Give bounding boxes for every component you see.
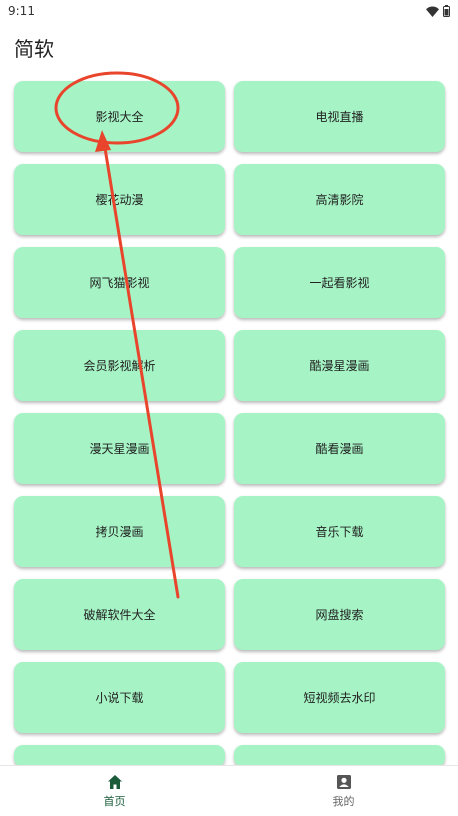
- tile-movies-all[interactable]: 影视大全: [14, 81, 225, 152]
- tile-remove-watermark[interactable]: 短视频去水印: [234, 662, 445, 733]
- nav-home[interactable]: 首页: [0, 766, 229, 816]
- tile-music-download[interactable]: 音乐下载: [234, 496, 445, 567]
- tile-tv-live[interactable]: 电视直播: [234, 81, 445, 152]
- status-time: 9:11: [8, 4, 35, 18]
- tile-partial[interactable]: [14, 745, 225, 767]
- tile-mantianxing-comics[interactable]: 漫天星漫画: [14, 413, 225, 484]
- battery-icon: [443, 5, 450, 17]
- tile-partial[interactable]: [234, 745, 445, 767]
- tile-cracked-software[interactable]: 破解软件大全: [14, 579, 225, 650]
- tile-hd-cinema[interactable]: 高清影院: [234, 164, 445, 235]
- bottom-nav: 首页 我的: [0, 765, 458, 816]
- tile-novel-download[interactable]: 小说下载: [14, 662, 225, 733]
- nav-home-label: 首页: [103, 794, 126, 808]
- nav-mine-label: 我的: [332, 794, 355, 808]
- app-grid: 影视大全 电视直播 樱花动漫 高清影院 网飞猫影视 一起看影视 会员影视解析 酷…: [14, 81, 445, 767]
- home-icon: [107, 774, 123, 790]
- page-title: 简软: [14, 37, 54, 61]
- status-icons: [426, 5, 450, 17]
- tile-sakura-anime[interactable]: 樱花动漫: [14, 164, 225, 235]
- tile-kukan-comics[interactable]: 酷看漫画: [234, 413, 445, 484]
- tile-watch-together[interactable]: 一起看影视: [234, 247, 445, 318]
- account-box-icon: [336, 774, 352, 790]
- tile-kumanxing-comics[interactable]: 酷漫星漫画: [234, 330, 445, 401]
- tile-netfly-cat[interactable]: 网飞猫影视: [14, 247, 225, 318]
- tile-netdisk-search[interactable]: 网盘搜索: [234, 579, 445, 650]
- wifi-icon: [426, 6, 439, 17]
- tile-copy-comics[interactable]: 拷贝漫画: [14, 496, 225, 567]
- tile-vip-parser[interactable]: 会员影视解析: [14, 330, 225, 401]
- nav-mine[interactable]: 我的: [229, 766, 458, 816]
- status-bar: 9:11: [0, 0, 458, 22]
